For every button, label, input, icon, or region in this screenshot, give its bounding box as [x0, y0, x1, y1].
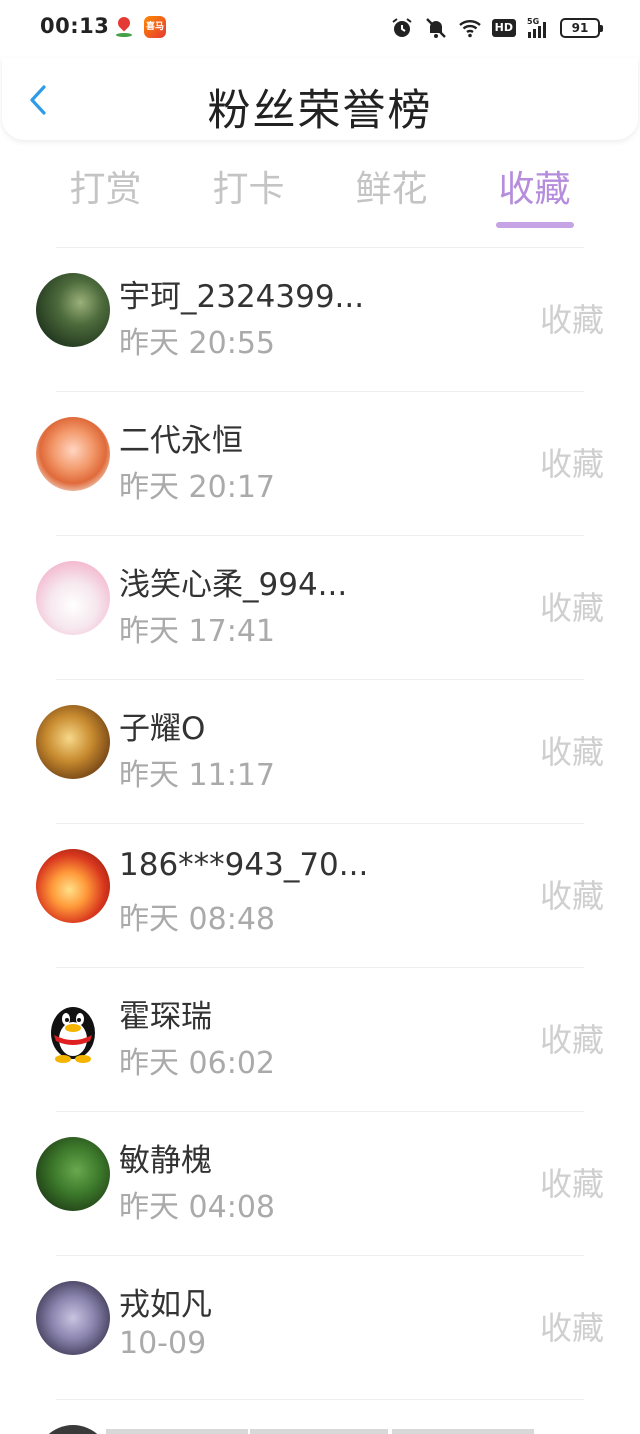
avatar[interactable]	[36, 849, 110, 923]
status-indicators: HD 5G 91	[390, 16, 603, 40]
avatar[interactable]	[36, 273, 110, 347]
action-label: 收藏	[539, 1309, 604, 1347]
battery-indicator: 91	[560, 18, 603, 38]
avatar[interactable]	[36, 417, 110, 491]
divider	[56, 247, 584, 248]
nickname: 宇珂_2324399...	[119, 279, 365, 315]
list-item-partial[interactable]: 康菲韵	[0, 1399, 640, 1434]
action-label: 收藏	[539, 589, 604, 627]
hd-badge: HD	[491, 19, 516, 37]
map-pin-icon	[114, 16, 134, 38]
tab-checkin[interactable]: 打卡	[177, 160, 320, 232]
avatar[interactable]	[36, 1425, 110, 1434]
nickname: 二代永恒	[119, 423, 243, 459]
tab-favorites[interactable]: 收藏	[463, 160, 606, 232]
page-title: 粉丝荣誉榜	[207, 86, 433, 136]
avatar[interactable]	[36, 705, 110, 779]
list-item[interactable]: 宇珂_2324399... 昨天 20:55 收藏	[0, 247, 640, 391]
timestamp: 昨天 04:08	[119, 1190, 275, 1225]
overlay-strip	[392, 1429, 534, 1434]
status-bar: 00:13 喜马 HD 5G 91	[0, 0, 640, 58]
fan-list: 宇珂_2324399... 昨天 20:55 收藏 二代永恒 昨天 20:17 …	[0, 247, 640, 1399]
list-item[interactable]: 浅笑心柔_994... 昨天 17:41 收藏	[0, 535, 640, 679]
nickname: 186***943_70...	[119, 847, 369, 883]
avatar[interactable]	[36, 561, 110, 635]
page-header: 粉丝荣誉榜	[2, 58, 638, 140]
avatar[interactable]	[36, 993, 110, 1067]
timestamp: 昨天 06:02	[119, 1046, 275, 1081]
divider	[56, 823, 584, 824]
list-item[interactable]: 霍琛瑞 昨天 06:02 收藏	[0, 967, 640, 1111]
action-label: 收藏	[539, 1165, 604, 1203]
alarm-icon	[392, 18, 412, 37]
list-item[interactable]: 二代永恒 昨天 20:17 收藏	[0, 391, 640, 535]
divider	[56, 967, 584, 968]
timestamp: 10-09	[119, 1326, 207, 1361]
divider	[56, 679, 584, 680]
nickname: 戎如凡	[119, 1287, 212, 1323]
signal-5g-icon: 5G	[527, 17, 546, 38]
divider	[56, 1255, 584, 1256]
status-time: 00:13	[40, 14, 110, 38]
divider	[56, 1399, 584, 1400]
timestamp: 昨天 20:17	[119, 470, 275, 505]
overlay-strip	[106, 1429, 248, 1434]
action-label: 收藏	[539, 1021, 604, 1059]
action-label: 收藏	[539, 877, 604, 915]
wifi-icon	[458, 20, 481, 38]
nickname: 敏静槐	[119, 1143, 212, 1179]
list-item[interactable]: 戎如凡 10-09 收藏	[0, 1255, 640, 1399]
timestamp: 昨天 08:48	[119, 902, 275, 937]
list-item[interactable]: 子耀O 昨天 11:17 收藏	[0, 679, 640, 823]
timestamp: 昨天 11:17	[119, 758, 275, 793]
status-app-icons: 喜马	[114, 16, 166, 38]
nickname: 霍琛瑞	[119, 999, 212, 1035]
timestamp: 昨天 20:55	[119, 326, 275, 361]
timestamp: 昨天 17:41	[119, 614, 275, 649]
nickname: 浅笑心柔_994...	[119, 567, 348, 603]
tab-reward[interactable]: 打赏	[34, 160, 177, 232]
divider	[56, 535, 584, 536]
list-item[interactable]: 186***943_70... 昨天 08:48 收藏	[0, 823, 640, 967]
svg-text:5G: 5G	[527, 17, 539, 26]
avatar[interactable]	[36, 1281, 110, 1355]
overlay-strip	[250, 1429, 388, 1434]
app-notification-icon: 喜马	[144, 16, 166, 38]
nickname: 子耀O	[119, 711, 206, 747]
tab-flowers[interactable]: 鲜花	[320, 160, 463, 232]
avatar[interactable]	[36, 1137, 110, 1211]
mute-bell-icon	[425, 18, 446, 38]
divider	[56, 391, 584, 392]
action-label: 收藏	[539, 445, 604, 483]
action-label: 收藏	[539, 301, 604, 339]
action-label: 收藏	[539, 733, 604, 771]
divider	[56, 1111, 584, 1112]
list-item[interactable]: 敏静槐 昨天 04:08 收藏	[0, 1111, 640, 1255]
penguin-icon	[51, 1007, 95, 1063]
tab-bar: 打赏 打卡 鲜花 收藏	[34, 160, 606, 232]
